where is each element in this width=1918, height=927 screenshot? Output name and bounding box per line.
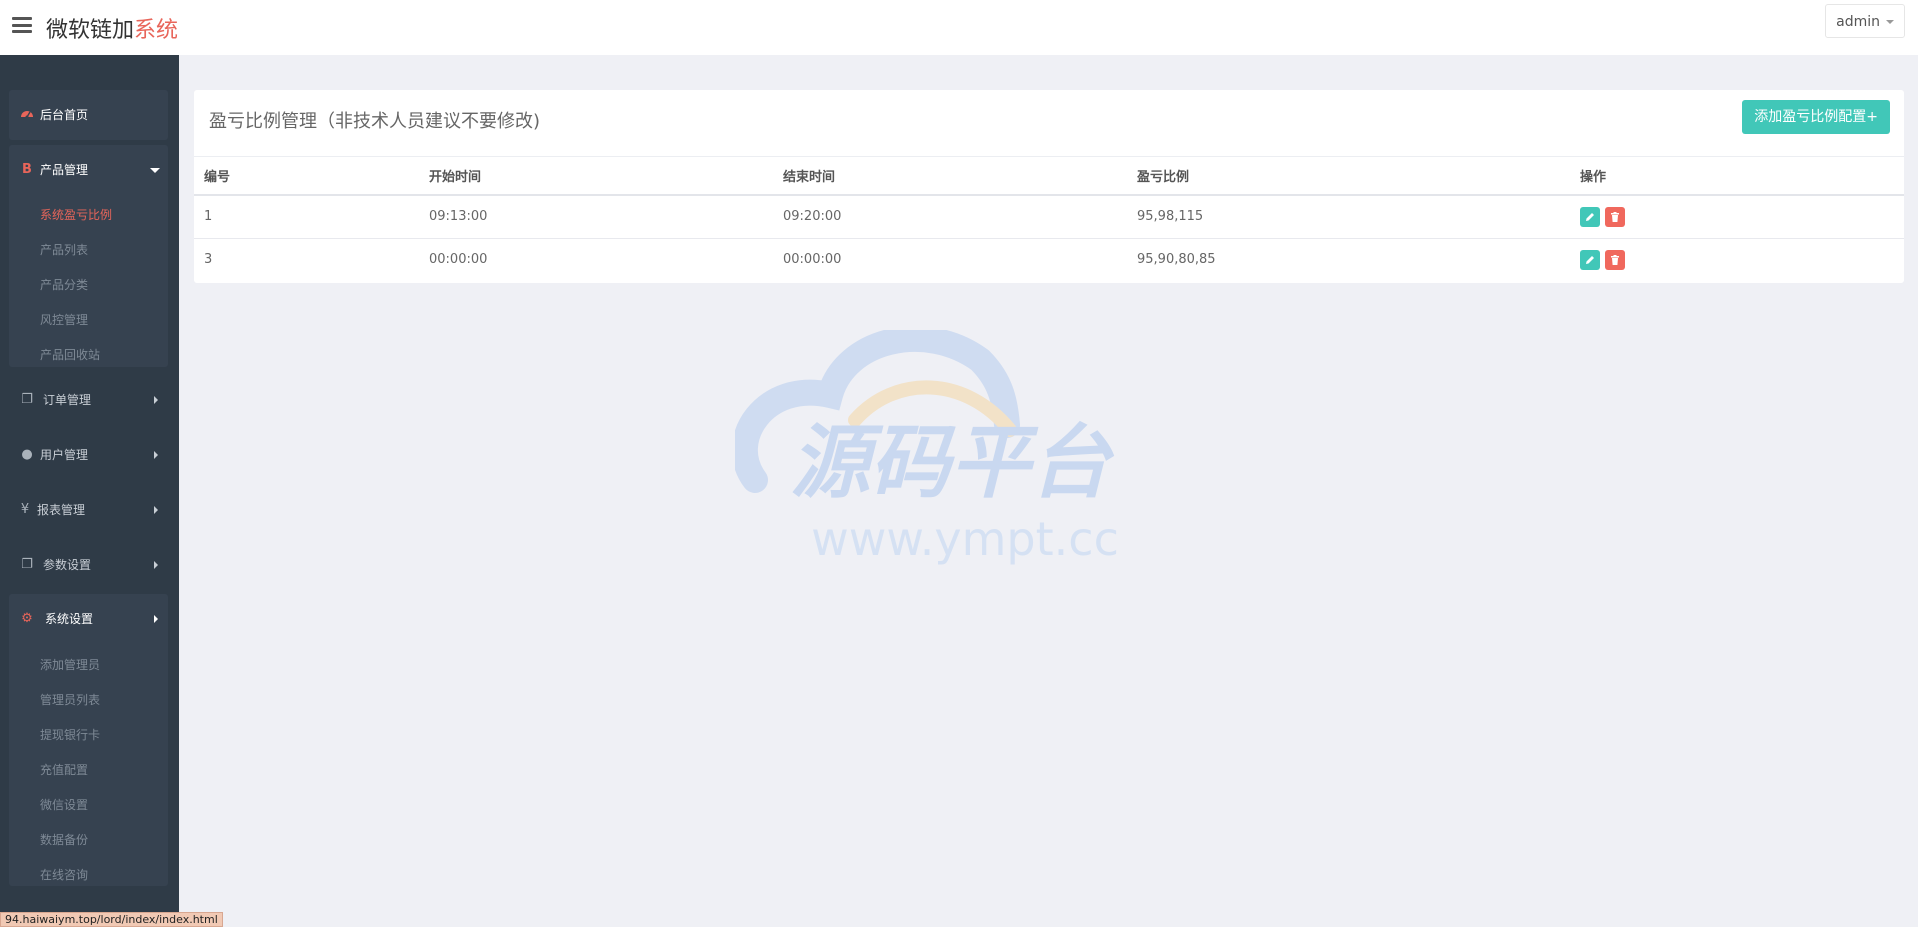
table-row: 1 09:13:00 09:20:00 95,98,115 <box>194 195 1904 239</box>
status-bar-url: 94.haiwaiym.top/lord/index/index.html <box>0 912 223 927</box>
watermark-title: 源码平台 <box>790 416 1115 509</box>
profit-ratio-panel: 盈亏比例管理（非技术人员建议不要修改) 添加盈亏比例配置+ 编号 开始时间 结束… <box>194 90 1904 283</box>
sidebar-item-orders[interactable]: ❐ 订单管理 <box>9 380 168 420</box>
sidebar-subitem-bank-card[interactable]: 提现银行卡 <box>40 727 100 743</box>
cell-ratio: 95,90,80,85 <box>1137 252 1216 268</box>
column-header-id: 编号 <box>194 157 419 196</box>
sidebar-item-label: 参数设置 <box>43 558 92 572</box>
trash-icon <box>1611 211 1619 222</box>
add-ratio-config-button[interactable]: 添加盈亏比例配置+ <box>1742 100 1890 134</box>
caret-down-icon <box>1886 20 1894 24</box>
sidebar-item-label: 产品管理 <box>40 163 89 177</box>
sidebar-subitem-add-admin[interactable]: 添加管理员 <box>40 657 100 673</box>
sidebar-subitem-risk-control[interactable]: 风控管理 <box>40 312 88 328</box>
sidebar-subitem-wechat[interactable]: 微信设置 <box>40 797 88 813</box>
sidebar-subitem-profit-ratio[interactable]: 系统盈亏比例 <box>40 207 112 223</box>
sidebar-item-product[interactable]: B 产品管理 <box>9 145 168 195</box>
cell-ratio: 95,98,115 <box>1127 195 1570 239</box>
pencil-icon <box>1586 212 1594 221</box>
sidebar-item-label: 用户管理 <box>40 448 89 462</box>
sidebar: 后台首页 B 产品管理 系统盈亏比例 产品列表 产品分类 风控管理 产品回收站 … <box>0 55 179 927</box>
user-menu-label: admin <box>1836 14 1880 30</box>
cell-start: 00:00:00 <box>429 252 488 268</box>
chevron-right-icon <box>154 561 158 569</box>
trash-icon <box>1611 254 1619 265</box>
edit-button[interactable] <box>1580 249 1600 270</box>
column-header-start: 开始时间 <box>419 157 773 196</box>
sidebar-item-system[interactable]: ⚙ 系统设置 <box>9 594 168 644</box>
menu-toggle-icon[interactable] <box>12 17 32 33</box>
chevron-right-icon <box>154 451 158 459</box>
cell-end: 09:20:00 <box>773 195 1127 239</box>
delete-button[interactable] <box>1605 206 1625 227</box>
dashboard-icon <box>19 107 35 123</box>
sidebar-item-label: 后台首页 <box>40 108 89 122</box>
sidebar-subitem-consult[interactable]: 在线咨询 <box>40 867 88 883</box>
chevron-right-icon <box>154 615 158 623</box>
system-submenu: 添加管理员 管理员列表 提现银行卡 充值配置 微信设置 数据备份 在线咨询 <box>9 644 168 886</box>
user-menu-dropdown[interactable]: admin <box>1825 4 1905 38</box>
column-header-ratio: 盈亏比例 <box>1127 157 1570 196</box>
top-header: 微软链加系统 admin <box>0 0 1918 55</box>
cell-start: 09:13:00 <box>419 195 773 239</box>
copy-icon: ❐ <box>21 392 33 407</box>
sidebar-subitem-product-category[interactable]: 产品分类 <box>40 277 88 293</box>
cell-id: 1 <box>194 195 419 239</box>
sidebar-item-label: 系统设置 <box>45 612 94 626</box>
table-row: 3 00:00:00 00:00:00 95,90,80,85 <box>194 238 1904 281</box>
sidebar-item-params[interactable]: ❐ 参数设置 <box>9 545 168 585</box>
sidebar-subitem-product-list[interactable]: 产品列表 <box>40 242 88 258</box>
brand-title: 微软链加系统 <box>46 12 178 44</box>
sidebar-subitem-backup[interactable]: 数据备份 <box>40 832 88 848</box>
cell-actions <box>1570 195 1904 239</box>
sidebar-item-label: 订单管理 <box>43 393 92 407</box>
yen-icon: ¥ <box>20 502 30 517</box>
sidebar-item-reports[interactable]: ¥ 报表管理 <box>9 490 168 530</box>
pencil-icon <box>1586 255 1594 264</box>
copy-icon: ❐ <box>21 557 33 572</box>
product-submenu: 系统盈亏比例 产品列表 产品分类 风控管理 产品回收站 <box>9 195 168 367</box>
sidebar-subitem-admin-list[interactable]: 管理员列表 <box>40 692 100 708</box>
sidebar-item-home[interactable]: 后台首页 <box>9 90 168 140</box>
chevron-right-icon <box>154 396 158 404</box>
brand-main: 微软链加 <box>46 18 135 43</box>
user-icon: ● <box>21 447 33 462</box>
sidebar-item-label: 报表管理 <box>37 503 86 517</box>
edit-button[interactable] <box>1580 206 1600 227</box>
watermark-url: www.ympt.cc <box>811 512 1119 566</box>
sidebar-subitem-recycle-bin[interactable]: 产品回收站 <box>40 347 100 363</box>
chevron-right-icon <box>154 506 158 514</box>
watermark-logo: 源码平台 www.ympt.cc <box>735 330 1119 566</box>
sidebar-item-users[interactable]: ● 用户管理 <box>9 435 168 475</box>
cell-id: 3 <box>204 252 213 268</box>
gears-icon: ⚙ <box>21 611 33 626</box>
chevron-down-icon <box>150 168 160 173</box>
cell-end: 00:00:00 <box>783 252 842 268</box>
column-header-actions: 操作 <box>1570 157 1904 196</box>
panel-title: 盈亏比例管理（非技术人员建议不要修改) <box>209 111 541 132</box>
table-header-row: 编号 开始时间 结束时间 盈亏比例 操作 <box>194 157 1904 196</box>
ratio-table: 编号 开始时间 结束时间 盈亏比例 操作 1 09:13:00 09:20:00… <box>194 157 1904 281</box>
delete-button[interactable] <box>1605 249 1625 270</box>
column-header-end: 结束时间 <box>773 157 1127 196</box>
cell-actions <box>1570 238 1904 281</box>
brand-highlight: 系统 <box>134 18 179 43</box>
bitcoin-icon: B <box>22 162 32 177</box>
sidebar-subitem-recharge[interactable]: 充值配置 <box>40 762 88 778</box>
